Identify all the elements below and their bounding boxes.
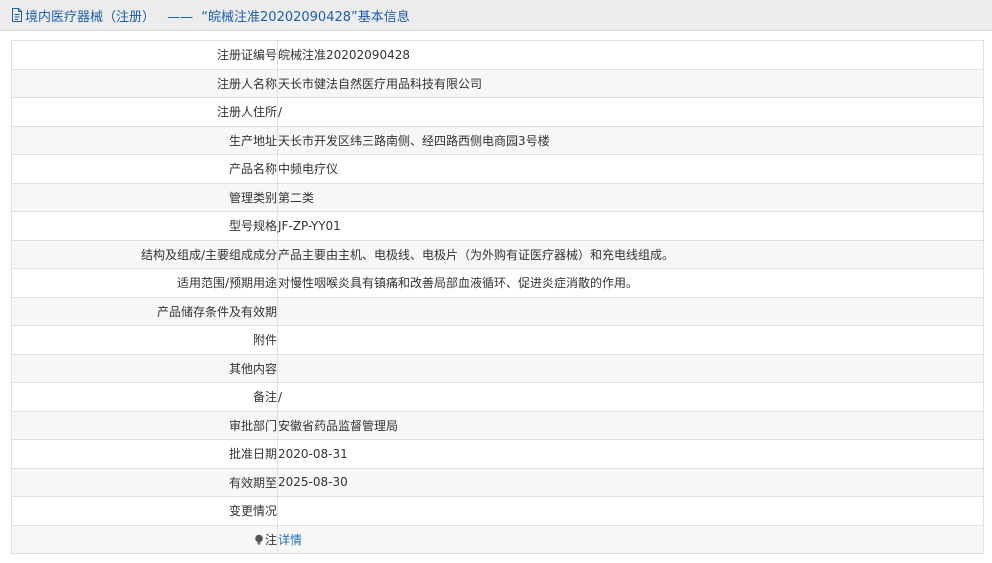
field-value: 2020-08-31 (277, 439, 984, 469)
field-label: 注册人名称 (11, 68, 278, 98)
info-row: 注册证编号 皖械注准20202090428 (11, 40, 984, 70)
field-label: 审批部门 (11, 410, 278, 440)
field-value: / (277, 97, 984, 127)
field-value: 2025-08-30 (277, 467, 984, 497)
note-label-cell: 注 (11, 524, 278, 554)
note-value-cell: 详情 (277, 524, 984, 554)
info-row: 管理类别 第二类 (11, 182, 984, 212)
info-row: 注册人住所 / (11, 97, 984, 127)
document-icon (12, 8, 22, 22)
page-header: 境内医疗器械（注册） —— “皖械注准20202090428”基本信息 (0, 0, 992, 31)
field-label: 批准日期 (11, 439, 278, 469)
field-label: 注册证编号 (11, 40, 278, 70)
field-label: 适用范围/预期用途 (11, 268, 278, 298)
header-title: 境内医疗器械（注册） —— “皖械注准20202090428”基本信息 (25, 6, 410, 25)
field-value: 产品主要由主机、电极线、电极片（为外购有证医疗器械）和充电线组成。 (277, 239, 984, 269)
field-label: 结构及组成/主要组成成分 (11, 239, 278, 269)
info-row: 批准日期 2020-08-31 (11, 439, 984, 469)
info-row: 备注 / (11, 382, 984, 412)
info-row: 注册人名称 天长市健法自然医疗用品科技有限公司 (11, 68, 984, 98)
field-label: 备注 (11, 382, 278, 412)
info-row: 适用范围/预期用途 对慢性咽喉炎具有镇痛和改善局部血液循环、促进炎症消散的作用。 (11, 268, 984, 298)
field-label: 型号规格 (11, 211, 278, 241)
field-value: 第二类 (277, 182, 984, 212)
info-row: 变更情况 (11, 496, 984, 526)
info-rows: 注册证编号 皖械注准20202090428 注册人名称 天长市健法自然医疗用品科… (11, 40, 984, 554)
field-label: 产品储存条件及有效期 (11, 296, 278, 326)
lightbulb-icon (255, 534, 263, 545)
header-record-title: “皖械注准20202090428”基本信息 (201, 9, 410, 25)
field-value (277, 496, 984, 526)
field-label: 注册人住所 (11, 97, 278, 127)
field-value (277, 325, 984, 355)
field-value: 天长市开发区纬三路南侧、经四路西侧电商园3号楼 (277, 125, 984, 155)
field-label: 其他内容 (11, 353, 278, 383)
field-value: 皖械注准20202090428 (277, 40, 984, 70)
field-label: 有效期至 (11, 467, 278, 497)
info-row: 生产地址 天长市开发区纬三路南侧、经四路西侧电商园3号楼 (11, 125, 984, 155)
note-label: 注 (264, 532, 277, 547)
field-value: 天长市健法自然医疗用品科技有限公司 (277, 68, 984, 98)
field-value: JF-ZP-YY01 (277, 211, 984, 241)
field-value (277, 296, 984, 326)
field-label: 产品名称 (11, 154, 278, 184)
field-value: 安徽省药品监督管理局 (277, 410, 984, 440)
field-label: 变更情况 (11, 496, 278, 526)
field-value (277, 353, 984, 383)
detail-link[interactable]: 详情 (278, 533, 302, 547)
registration-info-table: 注册证编号 皖械注准20202090428 注册人名称 天长市健法自然医疗用品科… (11, 40, 984, 554)
info-row: 产品名称 中频电疗仪 (11, 154, 984, 184)
info-row: 其他内容 (11, 353, 984, 383)
info-row: 审批部门 安徽省药品监督管理局 (11, 410, 984, 440)
info-row: 有效期至 2025-08-30 (11, 467, 984, 497)
info-row: 产品储存条件及有效期 (11, 296, 984, 326)
field-value: 对慢性咽喉炎具有镇痛和改善局部血液循环、促进炎症消散的作用。 (277, 268, 984, 298)
header-category: 境内医疗器械（注册） (25, 9, 156, 25)
header-separator: —— (167, 9, 194, 25)
field-value: / (277, 382, 984, 412)
field-label: 附件 (11, 325, 278, 355)
info-row: 型号规格 JF-ZP-YY01 (11, 211, 984, 241)
field-value: 中频电疗仪 (277, 154, 984, 184)
note-row: 注详情 (11, 524, 984, 554)
info-row: 附件 (11, 325, 984, 355)
field-label: 生产地址 (11, 125, 278, 155)
info-row: 结构及组成/主要组成成分 产品主要由主机、电极线、电极片（为外购有证医疗器械）和… (11, 239, 984, 269)
field-label: 管理类别 (11, 182, 278, 212)
